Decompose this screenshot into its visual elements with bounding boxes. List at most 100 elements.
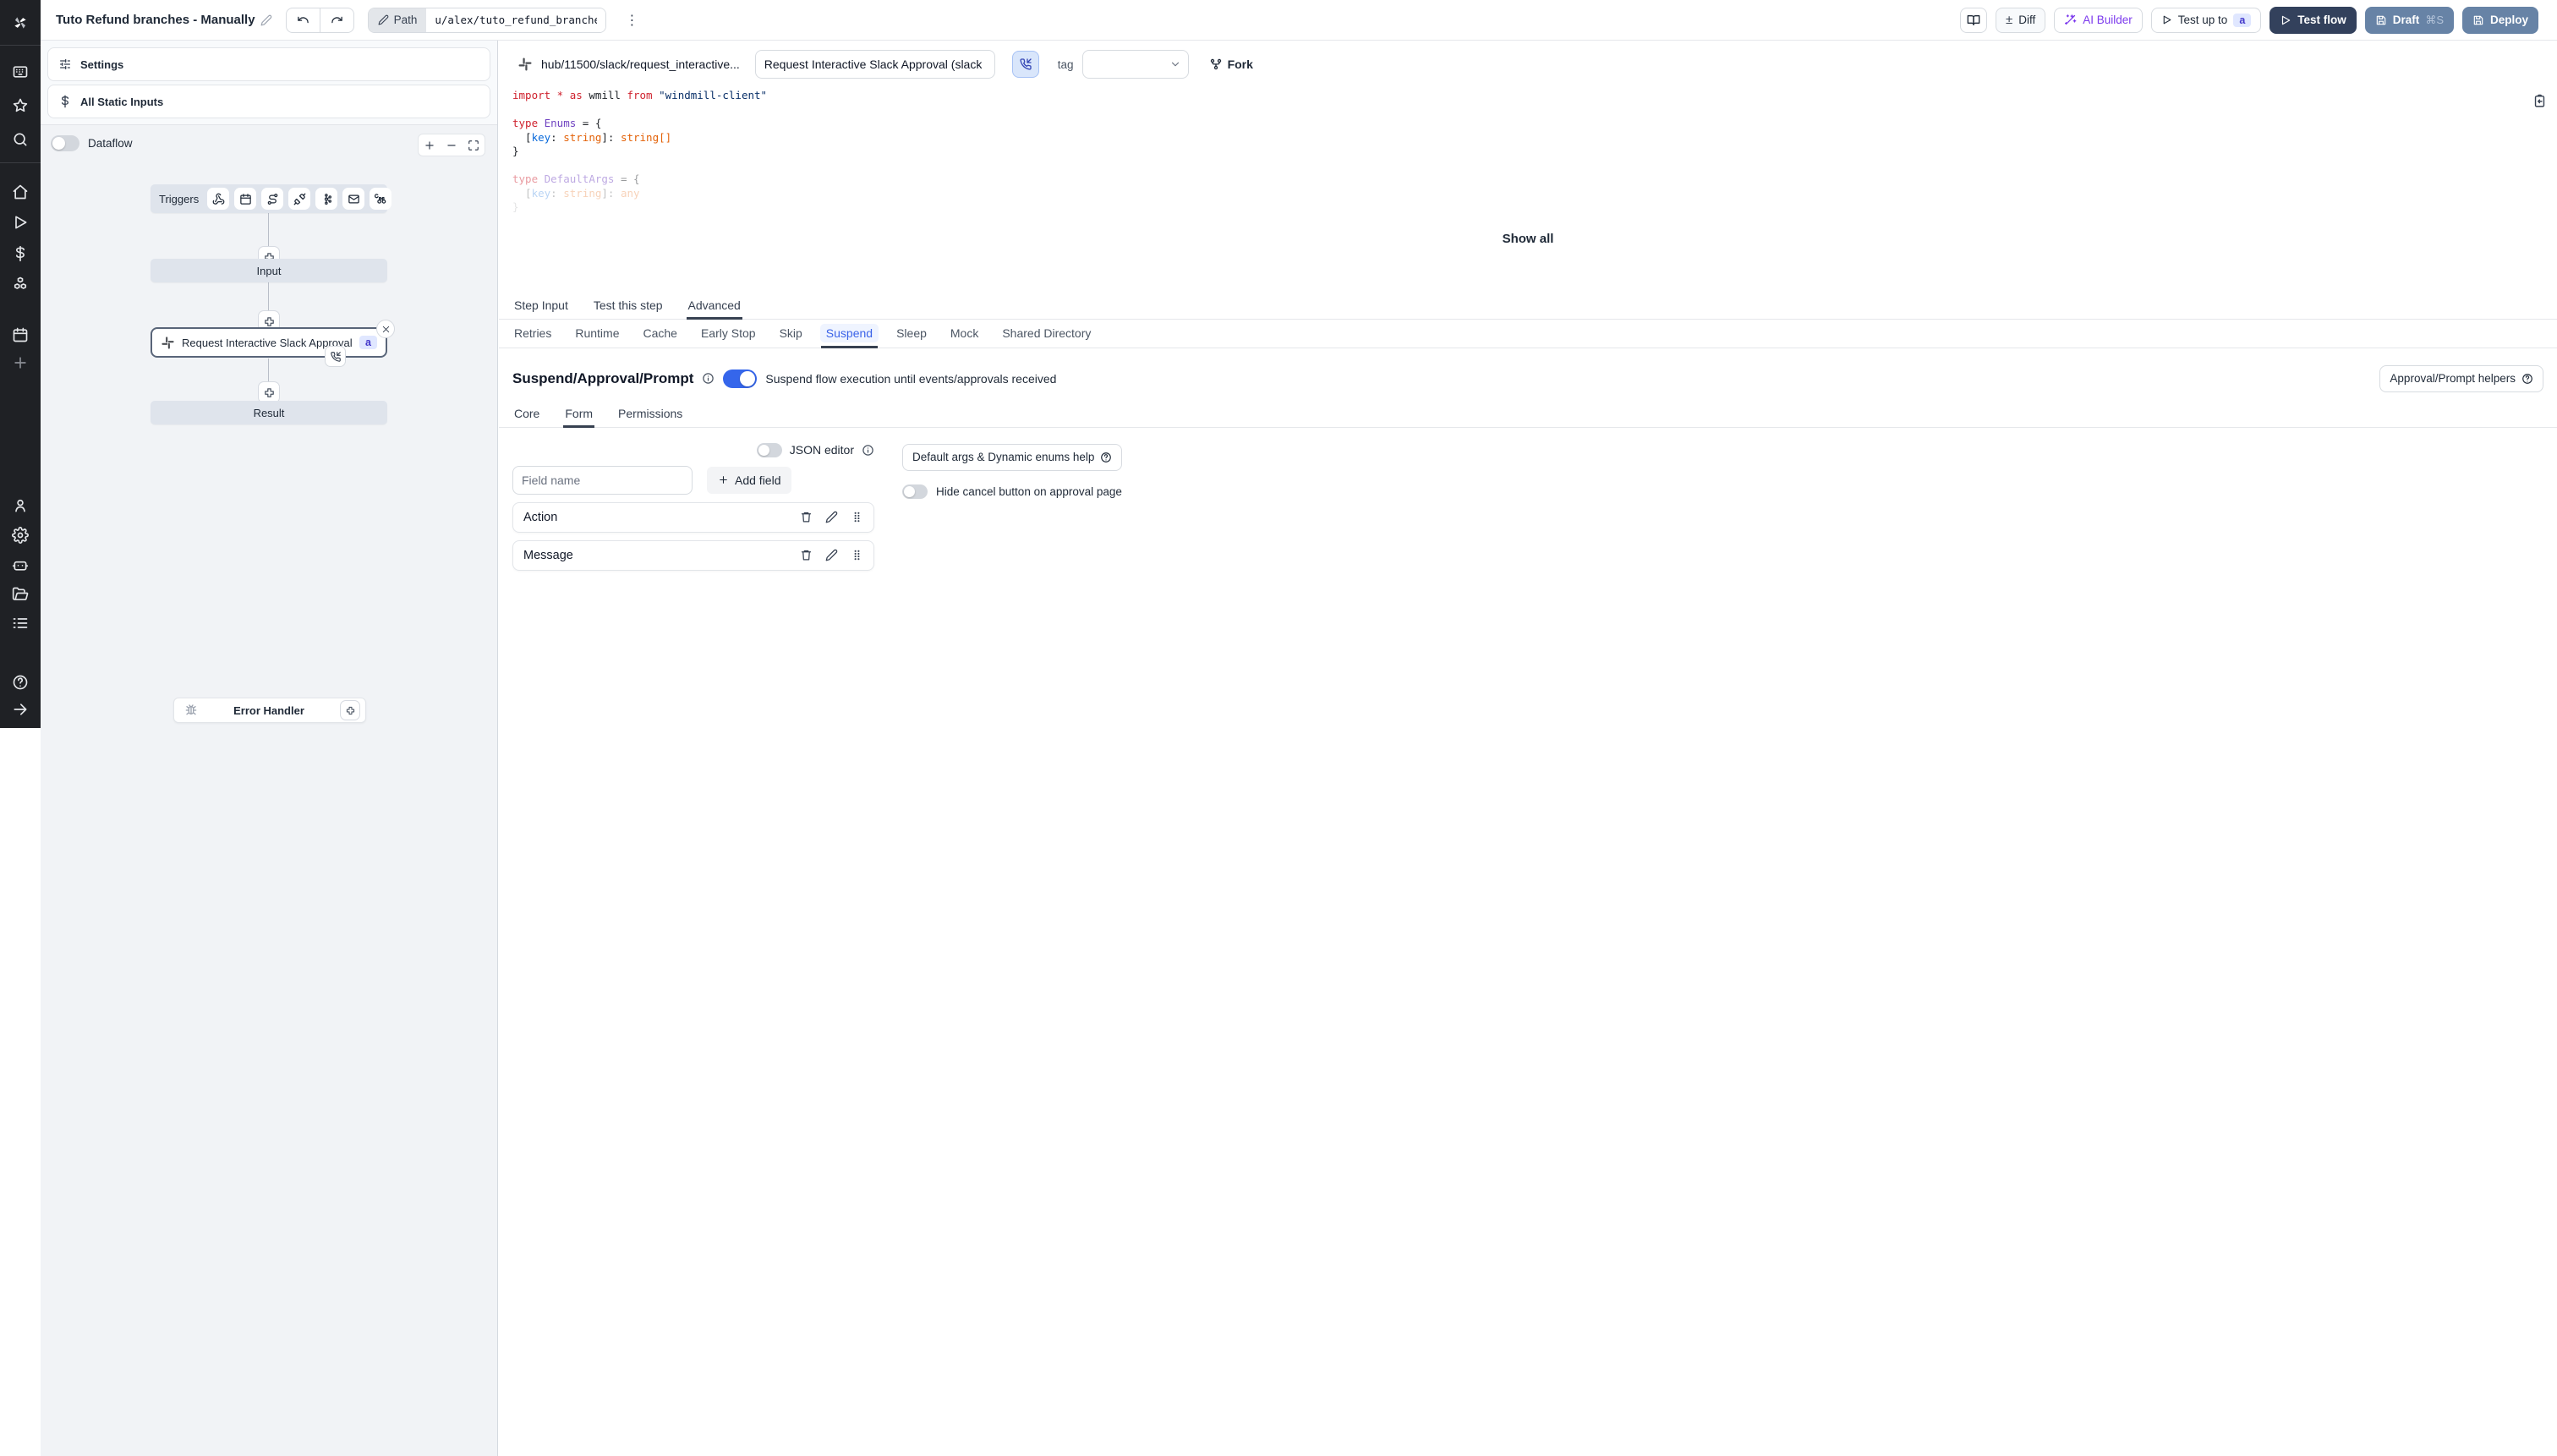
runs-icon[interactable] <box>0 208 41 237</box>
flow-editor-panel: Settings All Static Inputs Dataflow Trig… <box>41 41 498 1456</box>
default-args-help-button[interactable]: Default args & Dynamic enums help <box>902 443 1123 471</box>
tab-step-input[interactable]: Step Input <box>512 293 570 319</box>
poll-trigger-icon[interactable] <box>370 188 392 210</box>
test-up-to-button[interactable]: Test up to a <box>2150 7 2262 33</box>
diff-button[interactable]: ± Diff <box>1996 7 2046 33</box>
hide-cancel-toggle[interactable] <box>902 484 928 499</box>
field-name-input[interactable] <box>512 465 693 495</box>
email-trigger-icon[interactable] <box>342 188 365 210</box>
clipboard-paste-icon <box>2534 94 2545 107</box>
json-editor-toggle[interactable] <box>756 442 782 457</box>
settings-gear-icon[interactable] <box>0 521 41 550</box>
home-icon[interactable] <box>0 178 41 206</box>
suspend-form: JSON editor Add field Action Messa <box>499 428 2557 578</box>
show-all-button[interactable]: Show all <box>1503 232 1554 246</box>
info-icon[interactable] <box>702 372 715 385</box>
slack-approval-step-node[interactable]: Request Interactive Slack Approval (... … <box>151 320 395 367</box>
tab-test-this-step[interactable]: Test this step <box>592 293 665 319</box>
http-route-trigger-icon[interactable] <box>261 188 284 210</box>
search-icon[interactable] <box>0 125 41 154</box>
form-field-row[interactable]: Message <box>512 539 874 571</box>
subtab-shared-directory[interactable]: Shared Directory <box>1000 320 1092 348</box>
dataflow-toggle[interactable] <box>51 135 79 151</box>
chevron-down-icon <box>1171 62 1179 67</box>
redo-button[interactable] <box>320 7 354 33</box>
dataflow-label: Dataflow <box>88 137 133 150</box>
add-error-handler-button[interactable] <box>340 700 360 720</box>
schedule-trigger-icon[interactable] <box>234 188 257 210</box>
all-static-inputs-button[interactable]: All Static Inputs <box>47 85 490 118</box>
subtab-mock[interactable]: Mock <box>949 320 980 348</box>
approval-prompt-helpers-button[interactable]: Approval/Prompt helpers <box>2379 364 2543 392</box>
remove-step-button[interactable] <box>376 320 395 338</box>
tab-permissions[interactable]: Permissions <box>616 401 684 427</box>
triggers-node[interactable]: Triggers <box>151 184 392 213</box>
step-summary-input[interactable] <box>754 50 995 79</box>
delete-field-button[interactable] <box>800 511 813 523</box>
schedules-icon[interactable] <box>0 320 41 349</box>
flow-canvas[interactable]: Dataflow Triggers Input Request Interact… <box>41 124 497 1456</box>
help-icon[interactable] <box>0 668 41 697</box>
deploy-button[interactable]: Deploy <box>2461 6 2538 34</box>
kafka-trigger-icon[interactable] <box>315 188 338 210</box>
delete-field-button[interactable] <box>800 549 813 561</box>
tab-core[interactable]: Core <box>512 401 541 427</box>
error-handler-node[interactable]: Error Handler <box>173 698 366 723</box>
suspend-inner-tabs: Core Form Permissions <box>499 401 2557 428</box>
fork-button[interactable]: Fork <box>1209 57 1253 71</box>
drag-handle[interactable] <box>851 549 863 561</box>
expand-sidebar-icon[interactable] <box>0 695 41 724</box>
drag-handle[interactable] <box>851 511 863 523</box>
subtab-runtime[interactable]: Runtime <box>573 320 621 348</box>
zoom-in-button[interactable] <box>419 134 441 156</box>
webhook-trigger-icon[interactable] <box>207 188 230 210</box>
more-options-kebab[interactable]: ⋮ <box>618 8 645 32</box>
subtab-cache[interactable]: Cache <box>642 320 679 348</box>
edit-field-button[interactable] <box>825 549 838 561</box>
path-input[interactable] <box>426 8 606 32</box>
test-flow-button[interactable]: Test flow <box>2270 6 2357 34</box>
subtab-sleep[interactable]: Sleep <box>895 320 928 348</box>
tab-form[interactable]: Form <box>563 401 594 428</box>
zoom-out-button[interactable] <box>441 134 463 156</box>
subtab-skip[interactable]: Skip <box>778 320 804 348</box>
ai-bot-icon[interactable] <box>0 550 41 579</box>
subtab-suspend[interactable]: Suspend <box>819 320 879 348</box>
variables-icon[interactable] <box>0 239 41 268</box>
form-field-row[interactable]: Action <box>512 501 874 533</box>
fit-view-button[interactable] <box>463 134 485 156</box>
docs-book-button[interactable] <box>1960 7 1987 33</box>
edit-title-icon[interactable] <box>260 14 272 26</box>
favorites-star-icon[interactable] <box>0 91 41 120</box>
field-label: Message <box>523 548 573 562</box>
input-node[interactable]: Input <box>151 259 387 282</box>
websocket-trigger-icon[interactable] <box>288 188 311 210</box>
flow-settings-button[interactable]: Settings <box>47 47 490 81</box>
subtab-retries[interactable]: Retries <box>512 320 553 348</box>
tag-select[interactable] <box>1081 50 1189 79</box>
edit-field-button[interactable] <box>825 511 838 523</box>
workspace-switcher-icon[interactable] <box>0 57 41 86</box>
users-icon[interactable] <box>0 491 41 520</box>
folders-icon[interactable] <box>0 580 41 609</box>
ai-builder-button[interactable]: AI Builder <box>2054 7 2143 33</box>
audit-logs-icon[interactable] <box>0 609 41 638</box>
draft-button[interactable]: Draft ⌘S <box>2364 6 2454 34</box>
subtab-early-stop[interactable]: Early Stop <box>699 320 758 348</box>
hub-script-path[interactable]: hub/11500/slack/request_interactive... <box>541 57 740 71</box>
result-node[interactable]: Result <box>151 401 387 424</box>
suspend-indicator-button[interactable] <box>1011 51 1039 78</box>
info-icon[interactable] <box>862 444 874 457</box>
undo-button[interactable] <box>285 7 320 33</box>
code-preview[interactable]: import * as wmill from "windmill-client"… <box>499 85 2557 215</box>
app-sidebar <box>0 0 41 728</box>
windmill-logo-icon[interactable] <box>0 8 41 37</box>
clipboard-copy-button[interactable] <box>2532 94 2547 108</box>
resources-icon[interactable] <box>0 270 41 298</box>
suspend-enable-toggle[interactable] <box>723 369 758 388</box>
sidebar-plus-icon[interactable] <box>0 348 41 377</box>
tab-advanced[interactable]: Advanced <box>686 293 743 320</box>
add-field-button[interactable]: Add field <box>707 466 792 494</box>
plus-icon <box>720 476 727 484</box>
path-label[interactable]: Path <box>368 8 427 32</box>
